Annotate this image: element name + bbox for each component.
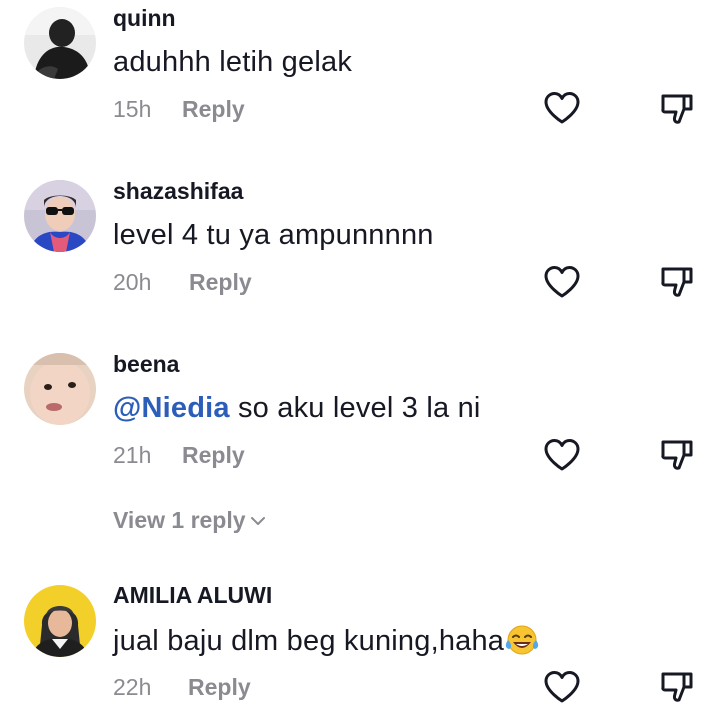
avatar[interactable] bbox=[24, 585, 96, 657]
heart-icon[interactable] bbox=[543, 670, 581, 704]
comment-timestamp: 22h bbox=[113, 674, 152, 700]
comment-username[interactable]: AMILIA ALUWI bbox=[113, 582, 272, 609]
comment-text: level 4 tu ya ampunnnnn bbox=[113, 219, 434, 251]
reply-button[interactable]: Reply bbox=[189, 269, 252, 296]
comment-timestamp: 20h bbox=[113, 269, 152, 295]
reply-button[interactable]: Reply bbox=[182, 442, 245, 469]
face-with-tears-of-joy-icon bbox=[506, 625, 539, 655]
avatar-image bbox=[24, 180, 96, 252]
view-replies-button[interactable]: View 1 reply bbox=[113, 507, 266, 534]
dislike-icon[interactable] bbox=[660, 265, 696, 301]
avatar[interactable] bbox=[24, 180, 96, 252]
chevron-down-icon bbox=[250, 517, 265, 525]
avatar[interactable] bbox=[24, 7, 96, 79]
dislike-icon[interactable] bbox=[660, 92, 696, 128]
avatar-image bbox=[24, 353, 96, 425]
comment-text: @Niedia so aku level 3 la ni bbox=[113, 392, 481, 425]
comment-text: jual baju dlm beg kuning,haha bbox=[113, 624, 539, 658]
comment-username[interactable]: beena bbox=[113, 351, 179, 378]
mention-link[interactable]: @Niedia bbox=[113, 392, 230, 424]
comment-username[interactable]: shazashifaa bbox=[113, 178, 243, 205]
dislike-icon[interactable] bbox=[660, 670, 696, 706]
avatar[interactable] bbox=[24, 353, 96, 425]
dislike-icon[interactable] bbox=[660, 438, 696, 474]
heart-icon[interactable] bbox=[543, 265, 581, 299]
comment-timestamp: 15h bbox=[113, 96, 152, 122]
comment-text: aduhhh letih gelak bbox=[113, 46, 353, 78]
heart-icon[interactable] bbox=[543, 438, 581, 472]
view-replies-label: View 1 reply bbox=[113, 507, 246, 533]
comment-text-body: so aku level 3 la ni bbox=[229, 392, 481, 424]
comment-timestamp: 21h bbox=[113, 442, 152, 468]
avatar-image bbox=[24, 585, 96, 657]
comment-username[interactable]: quinn bbox=[113, 5, 176, 32]
avatar-image bbox=[24, 7, 96, 79]
comment-text-body: jual baju dlm beg kuning,haha bbox=[113, 625, 505, 657]
reply-button[interactable]: Reply bbox=[188, 674, 251, 701]
heart-icon[interactable] bbox=[543, 91, 581, 125]
reply-button[interactable]: Reply bbox=[182, 96, 245, 123]
